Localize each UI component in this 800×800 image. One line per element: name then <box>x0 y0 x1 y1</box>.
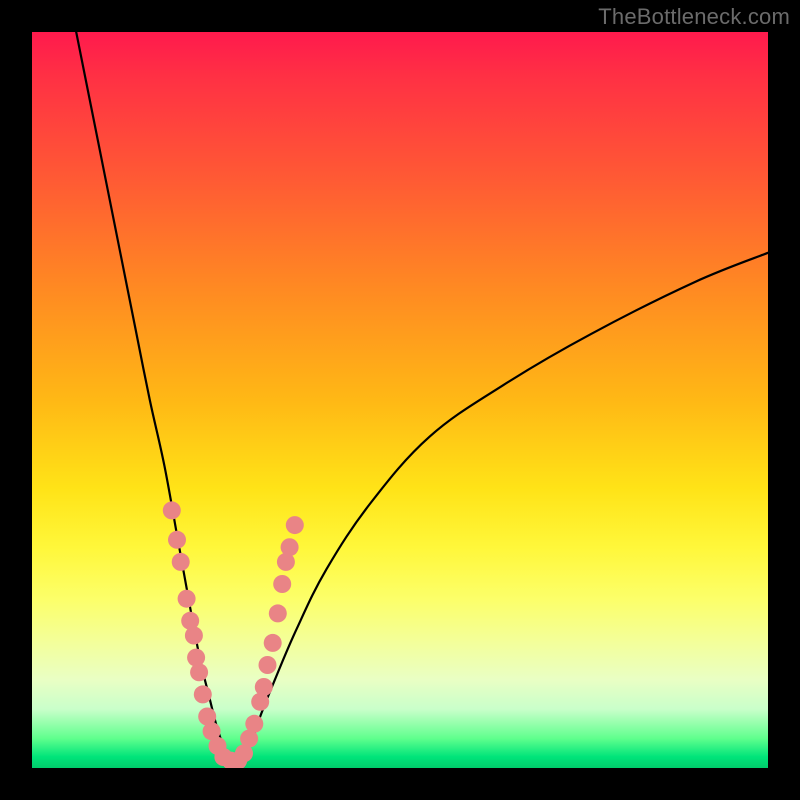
marker-dot <box>163 501 181 519</box>
marker-dot <box>185 627 203 645</box>
chart-svg <box>32 32 768 768</box>
marker-dot <box>245 715 263 733</box>
marker-dot <box>178 590 196 608</box>
plot-area <box>32 32 768 768</box>
curve-layer <box>76 32 768 762</box>
bottleneck-curve <box>76 32 768 762</box>
chart-frame: TheBottleneck.com <box>0 0 800 800</box>
marker-dot <box>269 604 287 622</box>
marker-dot <box>259 656 277 674</box>
marker-dot <box>194 685 212 703</box>
marker-dot <box>281 538 299 556</box>
marker-dot <box>264 634 282 652</box>
marker-dot <box>172 553 190 571</box>
marker-dot <box>286 516 304 534</box>
watermark-text: TheBottleneck.com <box>598 4 790 30</box>
marker-dot <box>273 575 291 593</box>
marker-dot <box>190 663 208 681</box>
marker-dot <box>168 531 186 549</box>
marker-dots-group <box>163 501 304 768</box>
marker-dot <box>255 678 273 696</box>
